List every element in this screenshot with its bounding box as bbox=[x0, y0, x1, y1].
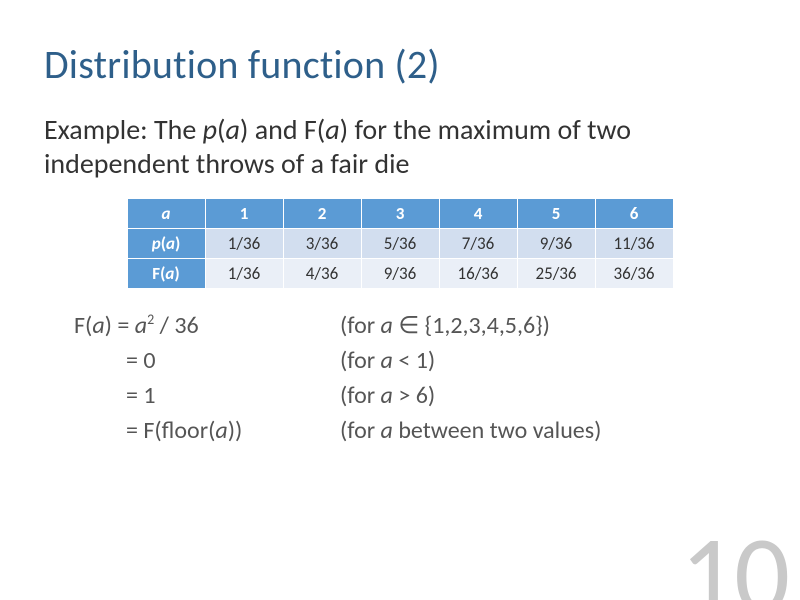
formula-text: a bbox=[381, 416, 393, 445]
formula-line: F(a) = a2 / 36 bbox=[74, 309, 304, 344]
row-label-F: F( bbox=[152, 263, 165, 284]
formula-text: between two values) bbox=[393, 416, 602, 445]
distribution-table: a 1 2 3 4 5 6 p(a) 1/36 3/36 5/36 7/36 9… bbox=[127, 198, 674, 289]
formula-text: (for bbox=[340, 381, 381, 410]
cell: 9/36 bbox=[361, 259, 439, 289]
header-col: 1 bbox=[205, 199, 283, 229]
formula-text: F( bbox=[74, 311, 92, 340]
formula-text: (for bbox=[340, 416, 381, 445]
formula-text: (for bbox=[340, 311, 381, 340]
formula-line: (for a between two values) bbox=[340, 414, 601, 449]
row-label-p: p bbox=[152, 233, 161, 254]
cell: 16/36 bbox=[439, 259, 517, 289]
formula-line: = 0 bbox=[126, 344, 304, 379]
header-col: 6 bbox=[595, 199, 673, 229]
formula-text: )) bbox=[228, 416, 243, 445]
formula-text: > 6) bbox=[393, 381, 435, 410]
cell: 3/36 bbox=[283, 229, 361, 259]
cell: 1/36 bbox=[205, 259, 283, 289]
formula-text: a bbox=[381, 311, 393, 340]
cell: 7/36 bbox=[439, 229, 517, 259]
row-label-a: a bbox=[166, 233, 175, 254]
cell: 36/36 bbox=[595, 259, 673, 289]
header-col: 4 bbox=[439, 199, 517, 229]
cell: 4/36 bbox=[283, 259, 361, 289]
row-label-close: ) bbox=[174, 263, 179, 284]
row-label-close: ) bbox=[175, 233, 180, 254]
formula-text: a bbox=[92, 311, 104, 340]
subtitle-p-it: p bbox=[203, 112, 217, 147]
header-col: 3 bbox=[361, 199, 439, 229]
formula-line: (for a > 6) bbox=[340, 379, 601, 414]
formula-line: = 1 bbox=[126, 379, 304, 414]
slide-title: Distribution function (2) bbox=[44, 40, 756, 89]
formula-line: (for a ∈ {1,2,3,4,5,6}) bbox=[340, 309, 601, 344]
table-header-row: a 1 2 3 4 5 6 bbox=[127, 199, 673, 229]
subtitle-paren2: ) and F( bbox=[240, 112, 325, 147]
formula-left-col: F(a) = a2 / 36 = 0 = 1 = F(floor(a)) bbox=[74, 309, 304, 448]
formula-text: a bbox=[381, 346, 393, 375]
formula-right-col: (for a ∈ {1,2,3,4,5,6}) (for a < 1) (for… bbox=[340, 309, 601, 448]
row-label-pa: p(a) bbox=[127, 229, 205, 259]
subtitle-text: Example: The bbox=[44, 112, 203, 147]
table-row: p(a) 1/36 3/36 5/36 7/36 9/36 11/36 bbox=[127, 229, 673, 259]
subtitle-a2: a bbox=[325, 112, 339, 147]
cell: 1/36 bbox=[205, 229, 283, 259]
formula-line: (for a < 1) bbox=[340, 344, 601, 379]
header-col: 2 bbox=[283, 199, 361, 229]
slide-subtitle: Example: The p(a) and F(a) for the maxim… bbox=[44, 113, 756, 180]
formula-text: ∈ {1,2,3,4,5,6}) bbox=[393, 311, 550, 340]
table-row: F(a) 1/36 4/36 9/36 16/36 25/36 36/36 bbox=[127, 259, 673, 289]
header-col: 5 bbox=[517, 199, 595, 229]
formula-text: a bbox=[215, 416, 227, 445]
formula-line: = F(floor(a)) bbox=[126, 414, 304, 449]
row-label-Fa: F(a) bbox=[127, 259, 205, 289]
formula-text: a bbox=[381, 381, 393, 410]
formula-text: / 36 bbox=[154, 311, 198, 340]
formula-text: = F(floor( bbox=[126, 416, 215, 445]
formula-block: F(a) = a2 / 36 = 0 = 1 = F(floor(a)) (fo… bbox=[74, 309, 756, 448]
cell: 25/36 bbox=[517, 259, 595, 289]
page-number: 10 bbox=[680, 520, 788, 600]
subtitle-a1: a bbox=[226, 112, 240, 147]
cell: 11/36 bbox=[595, 229, 673, 259]
header-a: a bbox=[127, 199, 205, 229]
formula-text: < 1) bbox=[393, 346, 435, 375]
cell: 5/36 bbox=[361, 229, 439, 259]
formula-text: (for bbox=[340, 346, 381, 375]
formula-text: ) = bbox=[105, 311, 135, 340]
subtitle-paren1: ( bbox=[217, 112, 226, 147]
formula-text: a bbox=[135, 311, 147, 340]
slide: Distribution function (2) Example: The p… bbox=[0, 0, 800, 600]
cell: 9/36 bbox=[517, 229, 595, 259]
